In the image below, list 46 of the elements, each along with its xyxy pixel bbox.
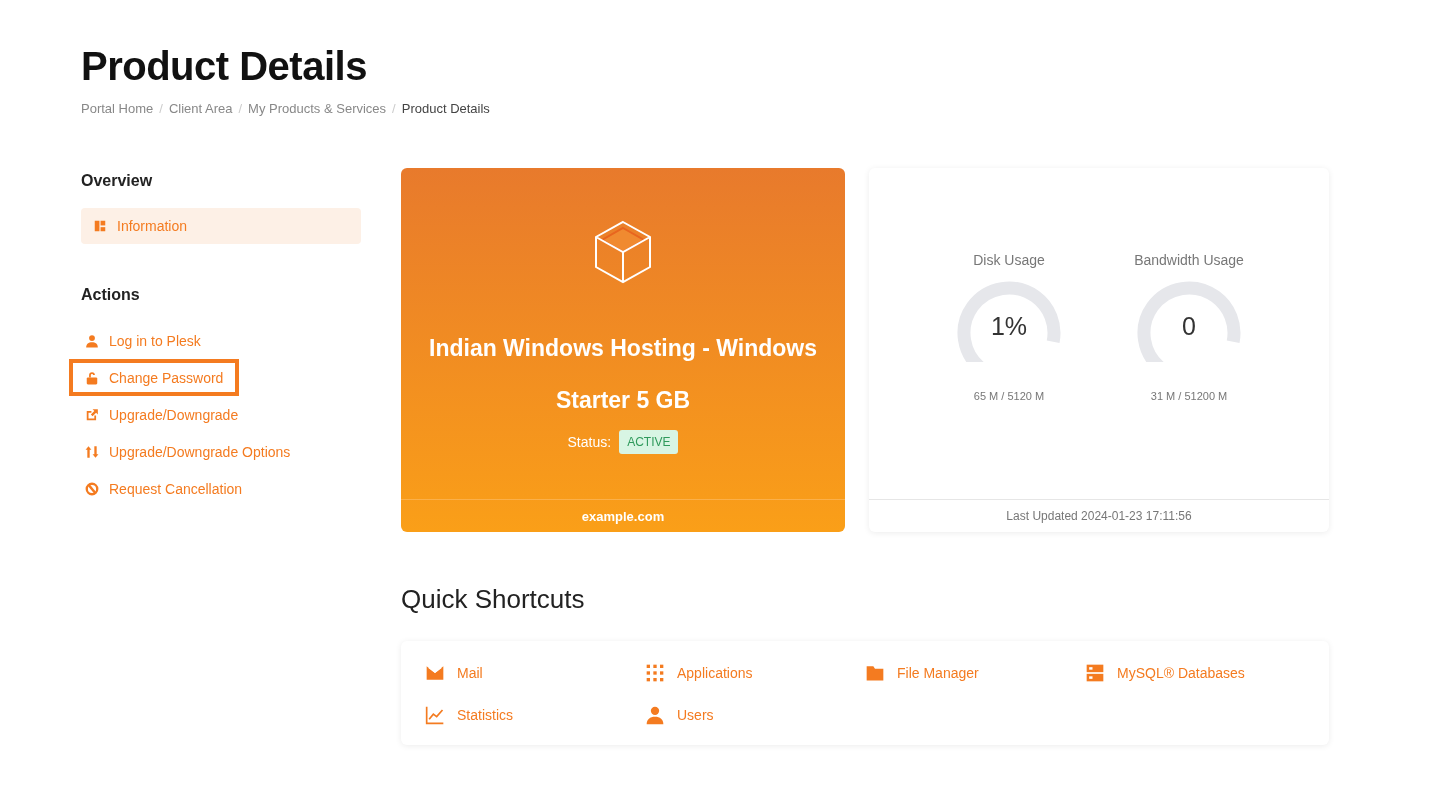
- page-title: Product Details: [81, 44, 368, 89]
- domain-text: example.com: [401, 499, 845, 532]
- shortcut-link[interactable]: File Manager: [865, 663, 1085, 683]
- shortcut-link[interactable]: Applications: [645, 663, 865, 683]
- sort-arrows-icon: [85, 444, 99, 459]
- action-link[interactable]: Upgrade/Downgrade Options: [69, 433, 307, 470]
- breadcrumb-separator: /: [159, 101, 163, 116]
- shortcut-link[interactable]: Mail: [425, 663, 645, 683]
- gauge-title: Disk Usage: [973, 252, 1045, 268]
- breadcrumb-link[interactable]: Portal Home: [81, 101, 154, 116]
- person-icon: [645, 705, 665, 725]
- last-updated: Last Updated 2024-01-23 17:11:56: [869, 499, 1329, 532]
- ban-icon: [85, 481, 99, 496]
- status-label: Status:: [567, 434, 612, 450]
- breadcrumb-separator: /: [238, 101, 243, 116]
- external-link-icon: [85, 407, 99, 422]
- server-icon: [1085, 663, 1105, 683]
- shortcut-link[interactable]: Users: [645, 705, 865, 725]
- section-heading: Overview: [81, 172, 154, 190]
- action-link[interactable]: Log in to Plesk: [69, 322, 217, 359]
- action-link[interactable]: Change Password: [69, 359, 240, 396]
- sidebar-item[interactable]: Information: [81, 208, 361, 244]
- product-title: Indian Windows Hosting - Windows Starter 5 GB: [428, 334, 818, 415]
- action-link[interactable]: Upgrade/Downgrade: [69, 396, 255, 433]
- person-icon: [85, 333, 99, 348]
- dashboard-icon: [93, 219, 107, 233]
- line-chart-icon: [425, 705, 445, 725]
- usage-detail: 31 M / 51200 M: [1150, 390, 1228, 402]
- section-heading: Quick Shortcuts: [401, 584, 586, 615]
- shortcut-link[interactable]: Statistics: [425, 705, 645, 725]
- shortcut-link[interactable]: MySQL® Databases: [1085, 663, 1305, 683]
- gauge-reading: 1%: [989, 312, 1029, 341]
- section-heading: Actions: [81, 286, 141, 304]
- usage-detail: 65 M / 5120 M: [973, 390, 1045, 402]
- breadcrumb-link[interactable]: Product Details: [401, 101, 490, 116]
- unlock-icon: [85, 370, 99, 385]
- folder-icon: [865, 663, 885, 683]
- grid-icon: [645, 663, 665, 683]
- breadcrumb-link[interactable]: My Products & Services: [248, 101, 387, 116]
- gauge-reading: 0: [1181, 312, 1197, 341]
- status-badge: ACTIVE: [619, 430, 679, 454]
- gauge-title: Bandwidth Usage: [1134, 252, 1244, 268]
- breadcrumb-separator: /: [392, 101, 396, 116]
- cube-icon: [594, 220, 652, 284]
- breadcrumb-link[interactable]: Client Area: [168, 101, 233, 116]
- action-link[interactable]: Request Cancellation: [69, 470, 259, 507]
